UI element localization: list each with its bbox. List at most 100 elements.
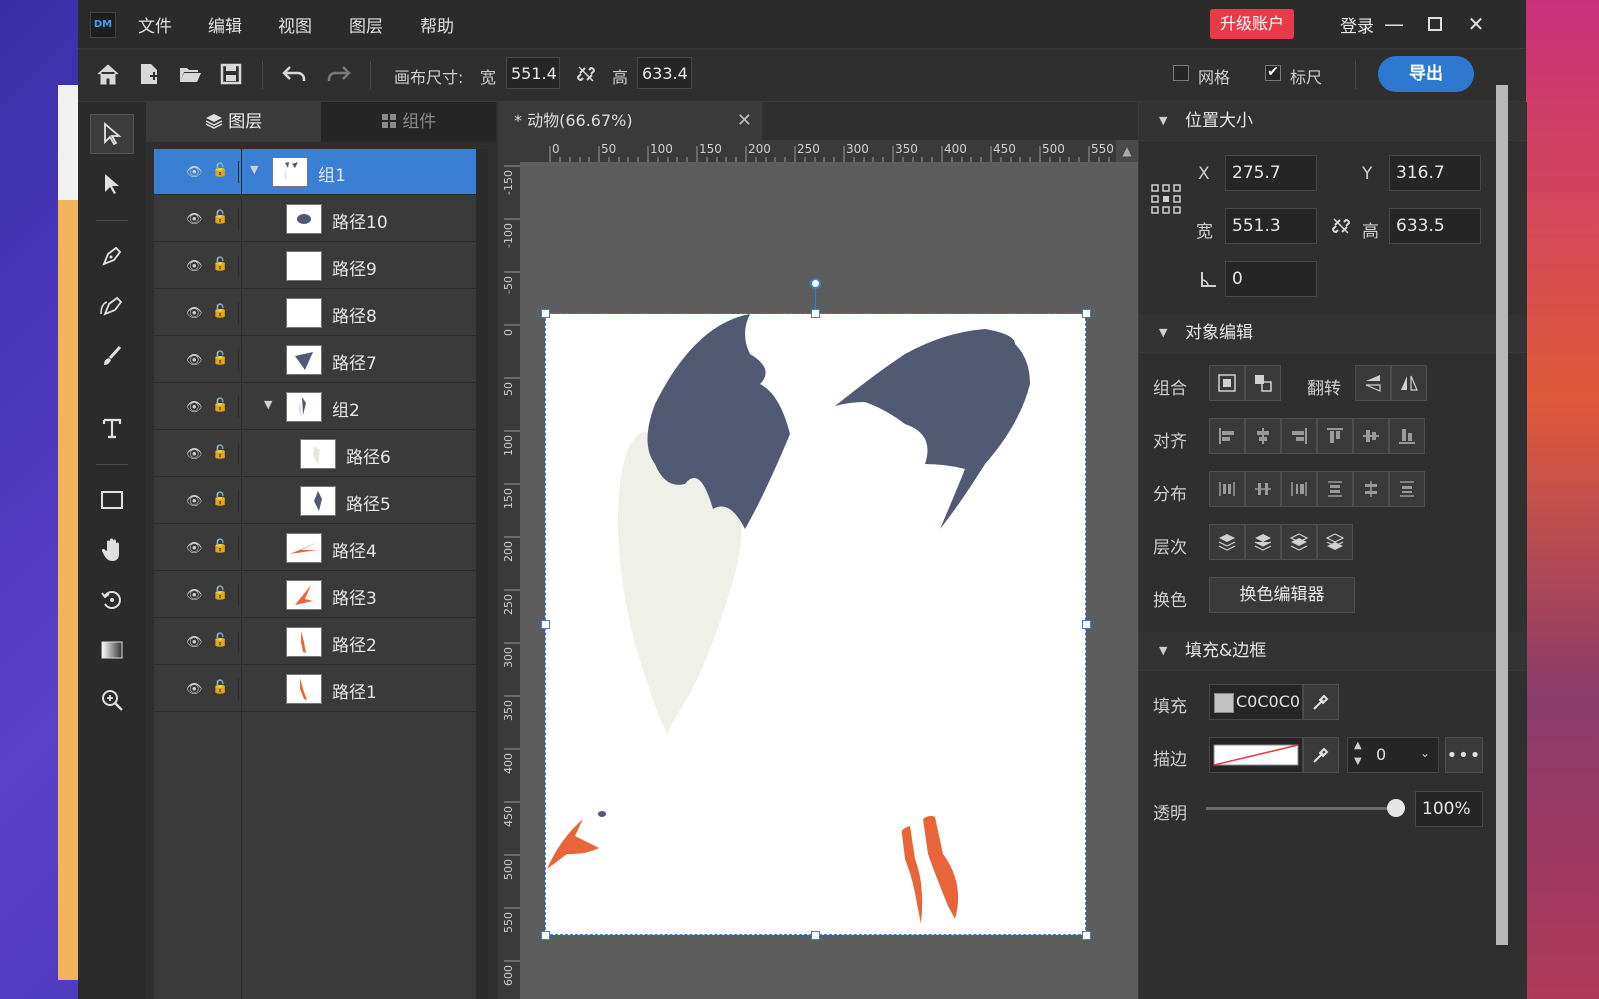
window-scrollbar[interactable] <box>1496 85 1508 945</box>
distribute-bottom-icon[interactable] <box>1389 471 1425 507</box>
eye-icon[interactable]: 👁 <box>186 494 203 509</box>
height-input[interactable]: 633.5 <box>1389 208 1481 244</box>
fill-eyedropper-icon[interactable] <box>1303 684 1339 720</box>
distribute-left-icon[interactable] <box>1209 471 1245 507</box>
distribute-top-icon[interactable] <box>1317 471 1353 507</box>
resize-handle-top-right[interactable] <box>1082 309 1091 318</box>
unlink-ratio-icon[interactable] <box>1331 216 1351 240</box>
redo-icon[interactable] <box>326 61 352 87</box>
menu-help[interactable]: 帮助 <box>420 12 454 37</box>
reference-point-icon[interactable] <box>1151 184 1181 218</box>
close-tab-icon[interactable]: ✕ <box>737 102 752 140</box>
expand-caret-icon[interactable]: ▼ <box>250 163 258 176</box>
minimize-icon[interactable]: — <box>1378 8 1410 40</box>
opacity-slider-thumb[interactable] <box>1387 799 1405 817</box>
save-icon[interactable] <box>218 61 244 87</box>
rectangle-tool-icon[interactable] <box>90 480 134 520</box>
resize-handle-left[interactable] <box>541 620 550 629</box>
flip-horizontal-icon[interactable] <box>1391 365 1427 401</box>
login-link[interactable]: 登录 <box>1340 12 1374 37</box>
resize-handle-top-left[interactable] <box>541 309 550 318</box>
unlock-icon[interactable]: 🔓 <box>212 304 228 319</box>
canvas-width-input[interactable]: 551.4 <box>506 57 560 89</box>
expand-caret-icon[interactable]: ▼ <box>264 398 272 411</box>
unlock-icon[interactable]: 🔓 <box>212 351 228 366</box>
resize-handle-top[interactable] <box>811 309 820 318</box>
unlock-icon[interactable]: 🔓 <box>212 633 228 648</box>
y-input[interactable]: 316.7 <box>1389 155 1481 191</box>
brush-tool-icon[interactable] <box>90 336 134 376</box>
bring-to-front-icon[interactable] <box>1209 524 1245 560</box>
unlock-icon[interactable]: 🔓 <box>212 257 228 272</box>
direct-select-tool-icon[interactable] <box>90 164 134 204</box>
align-center-h-icon[interactable] <box>1245 418 1281 454</box>
unlink-ratio-icon[interactable] <box>573 61 599 87</box>
eye-icon[interactable]: 👁 <box>186 682 203 697</box>
undo-icon[interactable] <box>281 61 307 87</box>
flip-vertical-icon[interactable] <box>1355 365 1391 401</box>
layer-row[interactable]: 👁 🔓 路径10 <box>154 196 476 242</box>
home-icon[interactable] <box>95 61 121 87</box>
stroke-width-stepper[interactable]: ▲ ▼ 0 ⌄ <box>1347 737 1439 773</box>
new-file-icon[interactable] <box>136 61 162 87</box>
upgrade-account-button[interactable]: 升级账户 <box>1210 9 1294 39</box>
layer-row[interactable]: 👁 🔓 路径4 <box>154 525 476 571</box>
align-right-icon[interactable] <box>1281 418 1317 454</box>
export-button[interactable]: 导出 <box>1378 56 1474 92</box>
stroke-color-field[interactable] <box>1209 737 1303 773</box>
align-top-icon[interactable] <box>1317 418 1353 454</box>
send-to-back-icon[interactable] <box>1317 524 1353 560</box>
layer-row[interactable]: 👁 🔓 路径2 <box>154 619 476 665</box>
send-backward-icon[interactable] <box>1281 524 1317 560</box>
more-options-icon[interactable]: ••• <box>1445 737 1483 773</box>
ungroup-icon[interactable] <box>1245 365 1281 401</box>
unlock-icon[interactable]: 🔓 <box>212 492 228 507</box>
canvas-height-input[interactable]: 633.4 <box>637 57 692 89</box>
stepper-down-icon[interactable]: ▼ <box>1354 756 1362 767</box>
zoom-tool-icon[interactable] <box>90 680 134 720</box>
distribute-center-v-icon[interactable] <box>1353 471 1389 507</box>
eye-icon[interactable]: 👁 <box>186 447 203 462</box>
opacity-input[interactable]: 100% <box>1415 791 1483 827</box>
menu-view[interactable]: 视图 <box>278 12 312 37</box>
resize-handle-bottom-left[interactable] <box>541 931 550 940</box>
width-input[interactable]: 551.3 <box>1225 208 1317 244</box>
group-icon[interactable] <box>1209 365 1245 401</box>
document-tab[interactable]: * 动物(66.67%) ✕ <box>498 102 762 140</box>
unlock-icon[interactable]: 🔓 <box>212 586 228 601</box>
eye-icon[interactable]: 👁 <box>186 212 203 227</box>
eye-icon[interactable]: 👁 <box>186 400 203 415</box>
tab-components[interactable]: 组件 <box>321 102 496 142</box>
layer-row[interactable]: 👁 🔓 路径8 <box>154 290 476 336</box>
eye-icon[interactable]: 👁 <box>186 588 203 603</box>
unlock-icon[interactable]: 🔓 <box>212 445 228 460</box>
recolor-editor-button[interactable]: 换色编辑器 <box>1209 577 1355 613</box>
unlock-icon[interactable]: 🔓 <box>212 398 228 413</box>
fill-stroke-section-header[interactable]: ▼ 填充&边框 <box>1139 632 1527 671</box>
eye-icon[interactable]: 👁 <box>186 306 203 321</box>
eye-icon[interactable]: 👁 <box>186 259 203 274</box>
rotation-handle[interactable] <box>810 278 821 289</box>
menu-edit[interactable]: 编辑 <box>208 12 242 37</box>
distribute-right-icon[interactable] <box>1281 471 1317 507</box>
select-tool-icon[interactable] <box>90 114 134 154</box>
menu-file[interactable]: 文件 <box>138 12 172 37</box>
eye-icon[interactable]: 👁 <box>186 353 203 368</box>
unlock-icon[interactable]: 🔓 <box>212 210 228 225</box>
distribute-center-h-icon[interactable] <box>1245 471 1281 507</box>
close-icon[interactable]: ✕ <box>1460 8 1492 40</box>
menu-layer[interactable]: 图层 <box>349 12 383 37</box>
maximize-icon[interactable] <box>1419 8 1451 40</box>
layer-row[interactable]: 👁 🔓 路径9 <box>154 243 476 289</box>
vertical-ruler[interactable]: -150 -100 -50 0 50 100 150 200 250 300 3… <box>498 162 521 999</box>
layers-scrollbar[interactable] <box>476 149 488 999</box>
grid-checkbox[interactable] <box>1173 65 1189 81</box>
layer-row[interactable]: 👁 🔓 ▼ 组2 <box>154 384 476 430</box>
angle-input[interactable]: 0 <box>1225 261 1317 297</box>
resize-handle-bottom[interactable] <box>811 931 820 940</box>
curvature-pen-tool-icon[interactable] <box>90 286 134 326</box>
opacity-slider-track[interactable] <box>1206 807 1396 810</box>
gradient-tool-icon[interactable] <box>90 630 134 670</box>
eye-icon[interactable]: 👁 <box>186 541 203 556</box>
eye-icon[interactable]: 👁 <box>186 635 203 650</box>
